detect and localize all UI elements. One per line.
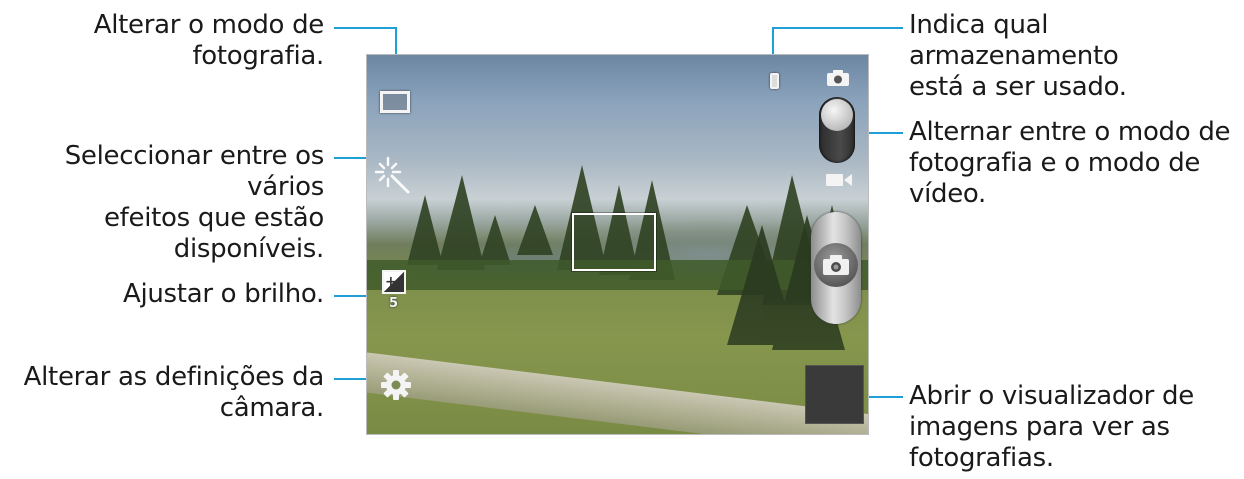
- camera-icon: [825, 69, 851, 87]
- callout-brightness: Ajustar o brilho.: [122, 279, 324, 309]
- exposure-icon[interactable]: +: [381, 269, 407, 295]
- callout-gallery: Abrir o visualizador de imagens para ver…: [909, 381, 1194, 473]
- callout-effects: Seleccionar entre os vários efeitos que …: [64, 141, 325, 264]
- phone-storage-icon: [768, 71, 780, 91]
- shooting-mode-icon[interactable]: [378, 89, 412, 115]
- callout-switch-mode: Alternar entre o modo de fotografia e o …: [909, 117, 1231, 209]
- shutter-camera-icon[interactable]: [814, 243, 858, 287]
- brightness-value: 5: [389, 296, 399, 311]
- video-camera-icon: [825, 172, 853, 188]
- shutter-button-track[interactable]: [811, 212, 861, 324]
- focus-frame[interactable]: [572, 213, 656, 271]
- callout-settings: Alterar as definições da câmara.: [23, 362, 325, 423]
- switch-knob[interactable]: [821, 99, 853, 131]
- gear-icon[interactable]: [379, 368, 413, 402]
- callout-line-photo-mode: [334, 27, 396, 29]
- effects-icon[interactable]: [373, 153, 413, 195]
- callout-line-storage: [773, 27, 903, 29]
- callout-storage: Indica qual armazenamento está a ser usa…: [909, 10, 1127, 102]
- gallery-thumbnail[interactable]: [805, 365, 864, 424]
- camera-video-switch[interactable]: [819, 97, 855, 163]
- callout-photo-mode: Alterar o modo de fotografia.: [93, 10, 325, 71]
- camera-viewfinder[interactable]: + 5: [366, 54, 869, 435]
